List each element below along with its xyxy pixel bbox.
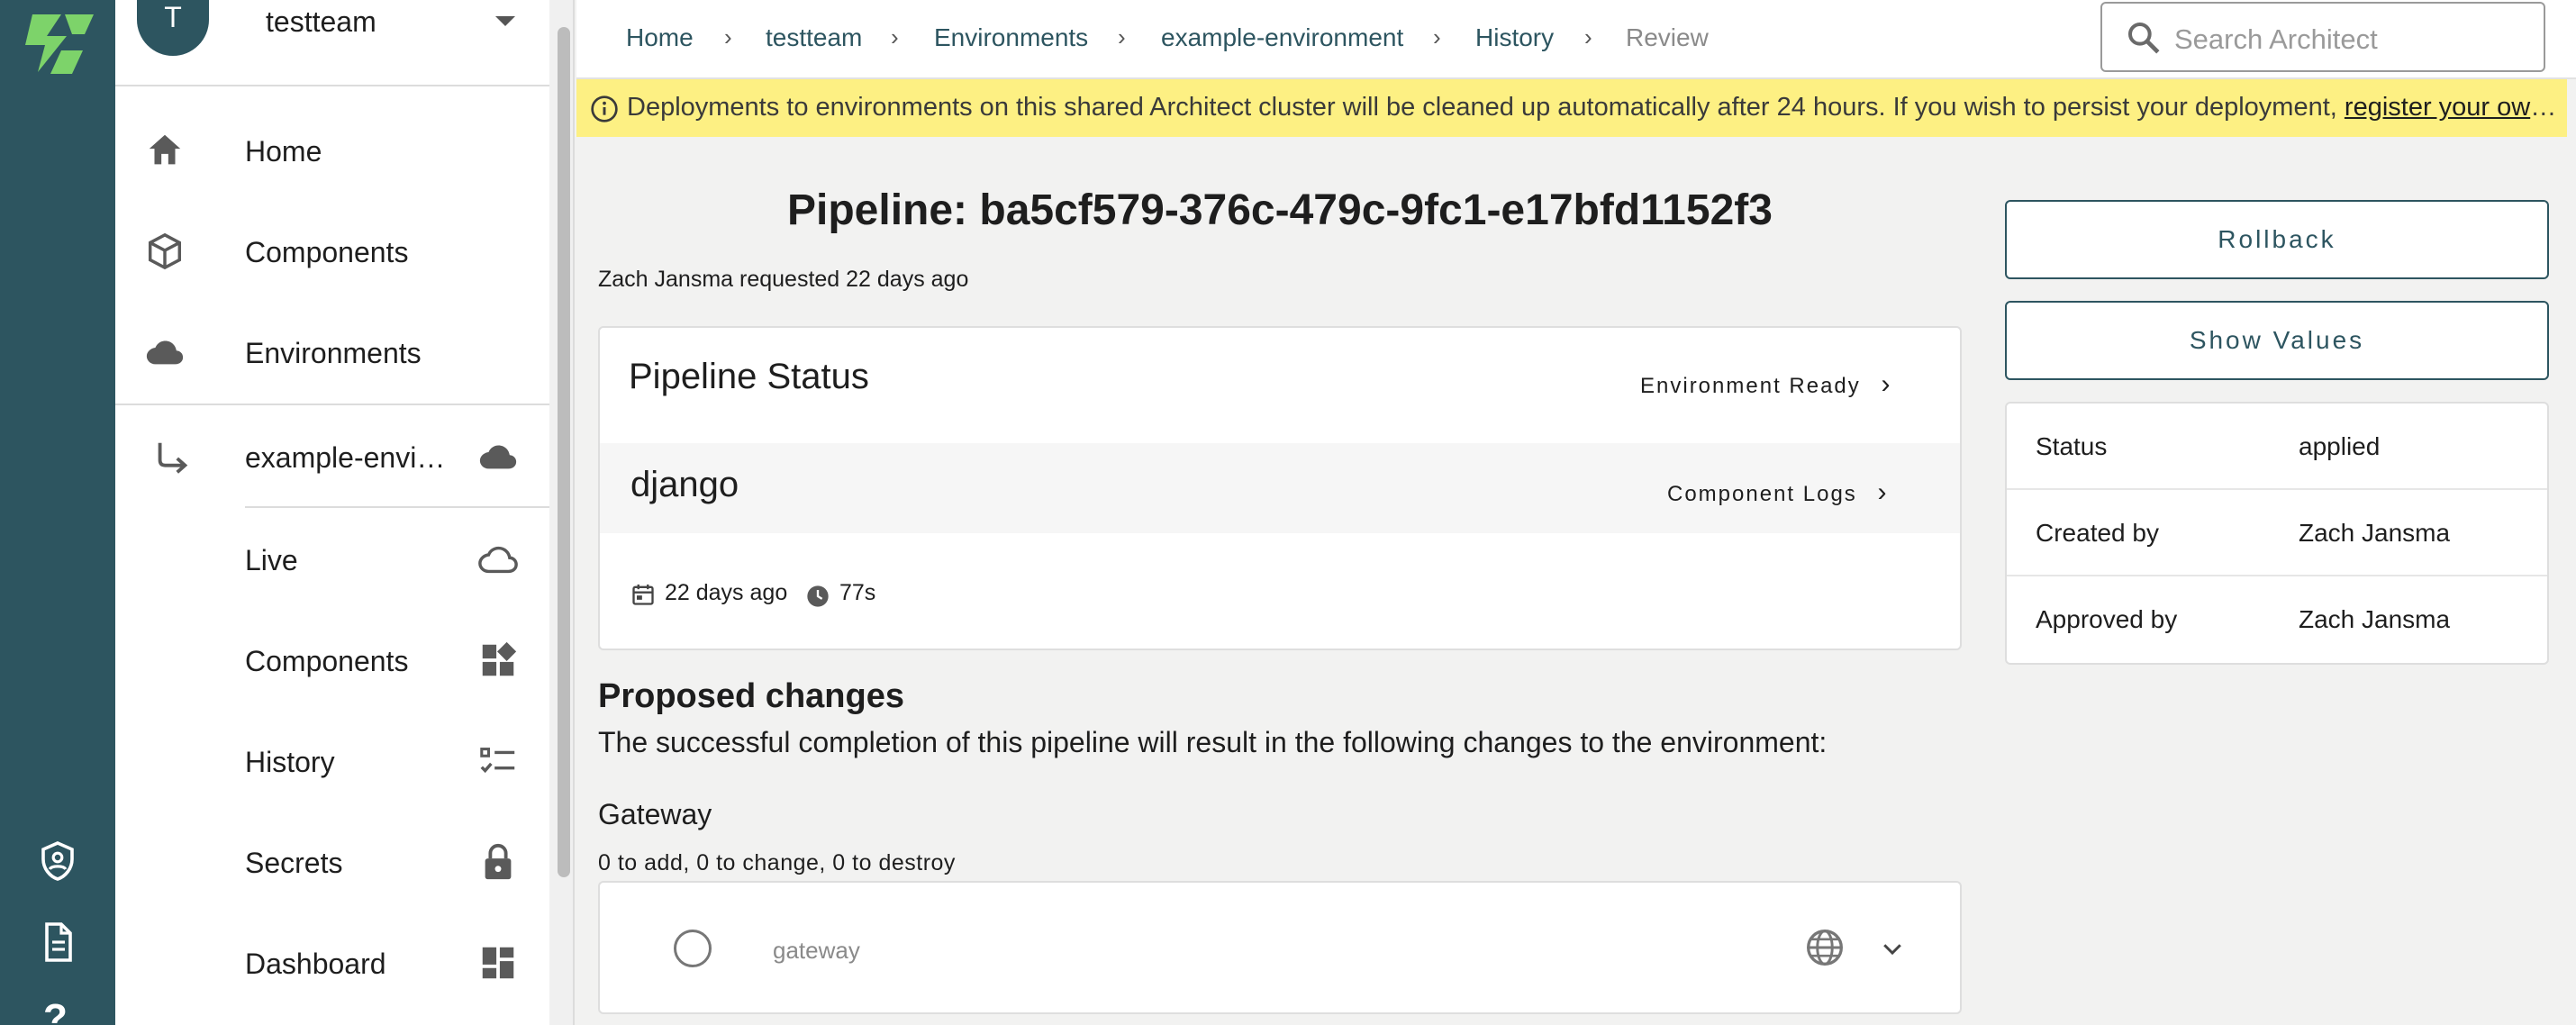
chevron-right-icon: › — [1877, 477, 1889, 507]
calendar-icon — [632, 584, 654, 605]
sidebar-item-env-components[interactable]: Components — [115, 630, 549, 690]
sidebar-divider — [245, 506, 549, 508]
subdirectory-arrow-icon — [158, 442, 188, 474]
globe-icon — [1807, 930, 1843, 966]
shield-account-icon[interactable] — [36, 839, 79, 883]
pipeline-status-card: Pipeline Status Environment Ready › djan… — [598, 326, 1962, 650]
sidebar-item-label: Dashboard — [245, 948, 386, 980]
sidebar-item-example-environment[interactable]: example-envi… — [115, 427, 549, 490]
breadcrumb-separator: › — [724, 23, 732, 50]
detail-row-approved-by: Approved by Zach Jansma — [2007, 576, 2547, 663]
sidebar-item-label: Components — [245, 645, 409, 677]
banner-text: Deployments to environments on this shar… — [627, 93, 2560, 122]
breadcrumb-separator: › — [1433, 23, 1441, 50]
cluster-warning-banner: Deployments to environments on this shar… — [576, 79, 2567, 137]
dashboard-icon — [482, 947, 514, 979]
pipeline-duration: 77s — [839, 580, 876, 605]
environment-ready-label: Environment Ready — [1640, 374, 1861, 398]
gateway-summary: 0 to add, 0 to change, 0 to destroy — [598, 850, 956, 875]
sidebar-item-secrets[interactable]: Secrets — [115, 832, 549, 892]
cube-icon — [148, 232, 182, 270]
detail-key: Created by — [2036, 519, 2159, 547]
breadcrumb-review: Review — [1626, 23, 1709, 51]
chevron-right-icon: › — [1881, 369, 1892, 399]
sidebar-item-label: Components — [245, 236, 409, 268]
chevron-down-icon[interactable] — [1879, 935, 1906, 962]
sidebar-item-environments[interactable]: Environments — [115, 322, 549, 382]
team-selector[interactable]: testteam — [266, 5, 376, 39]
detail-value: applied — [2299, 432, 2381, 460]
cloud-icon — [146, 340, 184, 365]
search-input[interactable]: Search Architect — [2100, 2, 2545, 72]
breadcrumb-separator: › — [1118, 23, 1126, 50]
pipeline-age: 22 days ago — [665, 580, 788, 605]
search-placeholder: Search Architect — [2174, 23, 2378, 55]
proposed-changes-heading: Proposed changes — [598, 677, 904, 715]
rollback-button[interactable]: Rollback — [2005, 200, 2549, 279]
architect-logo[interactable] — [20, 14, 97, 74]
gateway-item-name: gateway — [773, 937, 860, 964]
clock-icon — [807, 585, 829, 607]
detail-value: Zach Jansma — [2299, 605, 2451, 633]
component-name: django — [630, 465, 739, 504]
home-icon — [149, 134, 181, 165]
sidebar-item-label: History — [245, 746, 335, 778]
sidebar-item-dashboard[interactable]: Dashboard — [115, 933, 549, 993]
sidebar-item-history[interactable]: History — [115, 731, 549, 791]
sidebar-divider — [115, 404, 549, 405]
banner-message: Deployments to environments on this shar… — [627, 93, 2345, 122]
sidebar-item-label: Secrets — [245, 847, 343, 879]
breadcrumb-team[interactable]: testteam — [766, 23, 862, 52]
component-row: django Component Logs › — [600, 443, 1960, 533]
sidebar-scrollbar-thumb[interactable] — [558, 27, 570, 877]
breadcrumb-environments[interactable]: Environments — [934, 23, 1088, 52]
status-circle-icon — [674, 930, 712, 967]
gateway-change-item[interactable]: gateway — [598, 881, 1962, 1014]
sidebar-item-components[interactable]: Components — [115, 222, 549, 281]
icon-rail: ? — [0, 0, 115, 1025]
component-logs-link[interactable]: Component Logs › — [1667, 477, 1888, 508]
lock-icon — [485, 843, 512, 880]
detail-key: Status — [2036, 432, 2108, 460]
cloud-outline-icon — [478, 546, 518, 574]
breadcrumb-separator: › — [1584, 23, 1592, 50]
detail-row-status: Status applied — [2007, 404, 2547, 490]
sidebar-item-label: example-envi… — [245, 441, 446, 474]
register-cluster-link[interactable]: register your own cluster — [2345, 93, 2560, 122]
search-icon — [2128, 23, 2160, 54]
pipeline-status-title: Pipeline Status — [629, 357, 869, 396]
detail-value: Zach Jansma — [2299, 519, 2451, 547]
proposed-changes-description: The successful completion of this pipeli… — [598, 726, 1828, 758]
detail-row-created-by: Created by Zach Jansma — [2007, 490, 2547, 576]
breadcrumb-home[interactable]: Home — [626, 23, 694, 52]
pipeline-details-card: Status applied Created by Zach Jansma Ap… — [2005, 402, 2549, 665]
sidebar-divider — [115, 85, 549, 86]
info-icon — [591, 95, 618, 122]
breadcrumb-history[interactable]: History — [1475, 23, 1554, 52]
breadcrumb-environment[interactable]: example-environment — [1161, 23, 1403, 52]
environment-ready-link[interactable]: Environment Ready › — [1640, 369, 1891, 400]
show-values-button[interactable]: Show Values — [2005, 301, 2549, 380]
help-icon[interactable]: ? — [43, 996, 68, 1025]
checklist-icon — [480, 748, 515, 774]
sidebar-item-label: Live — [245, 544, 298, 576]
widgets-icon — [482, 641, 517, 676]
detail-key: Approved by — [2036, 605, 2178, 633]
document-icon[interactable] — [36, 921, 79, 964]
chevron-down-icon[interactable] — [495, 16, 515, 26]
breadcrumb-separator: › — [891, 23, 899, 50]
sidebar-item-live[interactable]: Live — [115, 530, 549, 589]
sidebar-item-home[interactable]: Home — [115, 121, 549, 180]
sidebar-item-label: Home — [245, 135, 322, 168]
gateway-title: Gateway — [598, 798, 712, 830]
requested-by-text: Zach Jansma requested 22 days ago — [598, 267, 969, 292]
cloud-icon — [479, 445, 517, 469]
sidebar-item-label: Environments — [245, 337, 422, 369]
component-logs-label: Component Logs — [1667, 482, 1857, 506]
page-title: Pipeline: ba5cf579-376c-479c-9fc1-e17bfd… — [787, 186, 1773, 234]
